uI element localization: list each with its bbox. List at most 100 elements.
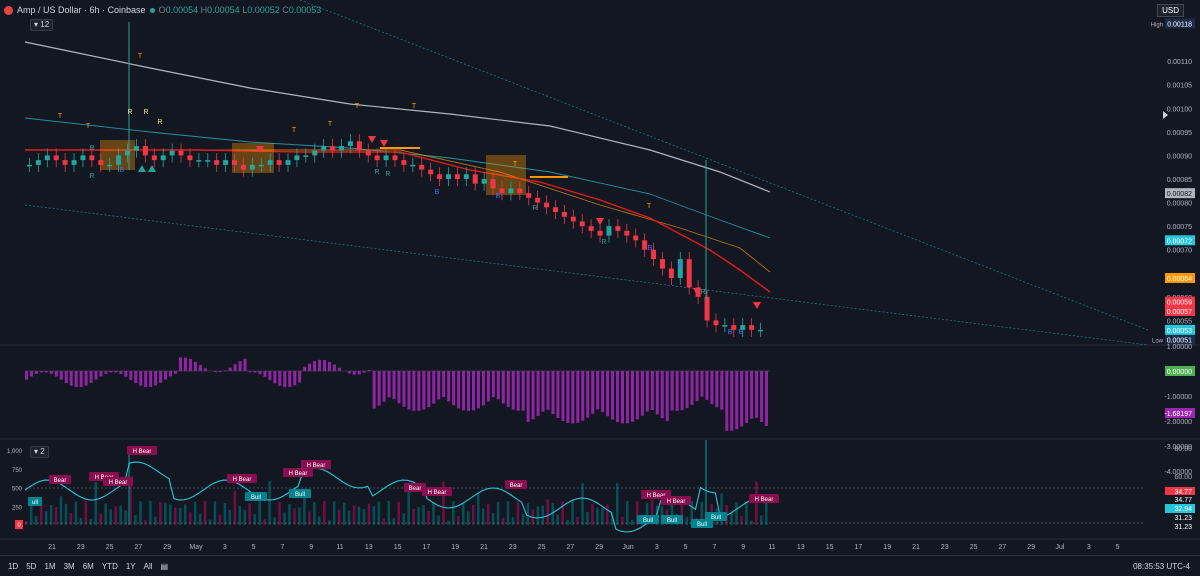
volume-bar [239,506,242,525]
range-5d[interactable]: 5D [26,562,36,571]
candle-body [535,198,540,203]
x-tick-label: 13 [797,544,805,551]
volume-bar [422,505,425,525]
osc-bar [725,371,728,431]
volume-bar [373,506,376,525]
volume-bar [104,503,107,525]
currency-selector[interactable]: USD [1157,4,1184,17]
volume-bar [472,505,475,525]
volume-bar [412,509,415,525]
signal-label: R [385,171,390,178]
volume-bar [393,518,396,525]
symbol-header: Amp / US Dollar · 6h · Coinbase O0.00054… [4,3,321,17]
bottom-toolbar: 1D 5D 1M 3M 6M YTD 1Y All ▤ 08:35:53 UTC… [0,555,1200,576]
osc-bar [502,371,505,404]
rsi-indicators-toggle[interactable]: ▾ 2 [30,446,49,458]
volume-bar [547,499,550,525]
symbol-title[interactable]: Amp / US Dollar · 6h · Coinbase [17,5,146,15]
candle-body [580,221,585,226]
candle-body [401,160,406,165]
signal-label: B [648,245,653,252]
chart-canvas[interactable]: TTTRRRTTTTRRBRRTBRRTBRBBBB0.001100.00105… [0,0,1200,555]
osc-bar [700,371,703,397]
volume-bar [616,483,619,525]
x-tick-label: 25 [970,544,978,551]
osc-bar [581,371,584,421]
volume-bar [273,517,276,525]
volume-bar [258,501,261,525]
volume-bar [263,519,266,525]
candle-body [428,170,433,175]
volume-bar [432,503,435,525]
high-label: High [1151,22,1163,28]
osc-bar [611,371,614,420]
volume-bar [184,504,187,525]
x-tick-label: 17 [855,544,863,551]
range-1d[interactable]: 1D [8,562,18,571]
volume-bar [214,501,217,525]
range-1y[interactable]: 1Y [126,562,136,571]
volume-bar [388,501,391,525]
x-tick-label: May [189,544,203,551]
volume-bar [50,505,53,525]
volume-bar [90,519,93,525]
osc-bar [542,371,545,412]
signal-label: B [739,329,744,336]
osc-bar [641,371,644,416]
volume-bar [457,516,460,525]
candle-body [312,151,317,156]
candle-body [705,297,710,321]
range-6m[interactable]: 6M [83,562,94,571]
osc-bar [576,371,579,423]
candle-body [98,160,103,165]
range-all[interactable]: All [144,562,153,571]
osc-bar [402,371,405,407]
osc-bar [50,371,53,374]
volume-bar [522,514,525,525]
candle-body [758,330,763,332]
range-ytd[interactable]: YTD [102,562,118,571]
osc-bar [234,364,237,371]
volume-bar [452,501,455,525]
x-tick-label: 3 [655,544,659,551]
osc-bar [586,371,589,418]
signal-label: R [374,169,379,176]
calendar-icon[interactable]: ▤ [161,562,169,571]
range-3m[interactable]: 3M [64,562,75,571]
volume-bar [323,501,326,525]
osc-bar [149,371,152,387]
signal-label: B [678,263,683,270]
osc-bar [293,371,296,385]
candle-body [116,155,121,164]
signal-label: R [143,109,148,116]
osc-bar [681,371,684,410]
osc-bar [194,362,197,371]
osc-bar [571,371,574,423]
osc-bar [477,371,480,408]
signal-label: T [647,203,652,210]
x-tick-label: 5 [1116,544,1120,551]
x-tick-label: 11 [768,544,775,551]
osc-bar [755,371,758,418]
x-tick-label: 19 [451,544,459,551]
candle-body [107,165,112,167]
range-1m[interactable]: 1M [44,562,55,571]
volume-bar [482,508,485,525]
osc-bar [487,371,490,401]
osc-bar [30,371,33,376]
osc-bar [378,371,381,406]
signal-label: T [412,103,417,110]
volume-bar [114,506,117,525]
osc-bar [646,371,649,411]
price-tick-label: 0.00085 [1167,177,1192,184]
osc-bar [412,371,415,411]
chart-root: TTTRRRTTTTRRBRRTBRRTBRBBBB0.001100.00105… [0,0,1200,575]
osc-bar [696,371,699,401]
osc-bar [507,371,510,407]
osc-bar [427,371,430,407]
candle-body [455,174,460,179]
volume-bar [134,515,137,525]
indicators-toggle[interactable]: ▾ 12 [30,19,53,31]
price-tick-label: 0.00105 [1167,83,1192,90]
osc-bar [154,371,157,385]
